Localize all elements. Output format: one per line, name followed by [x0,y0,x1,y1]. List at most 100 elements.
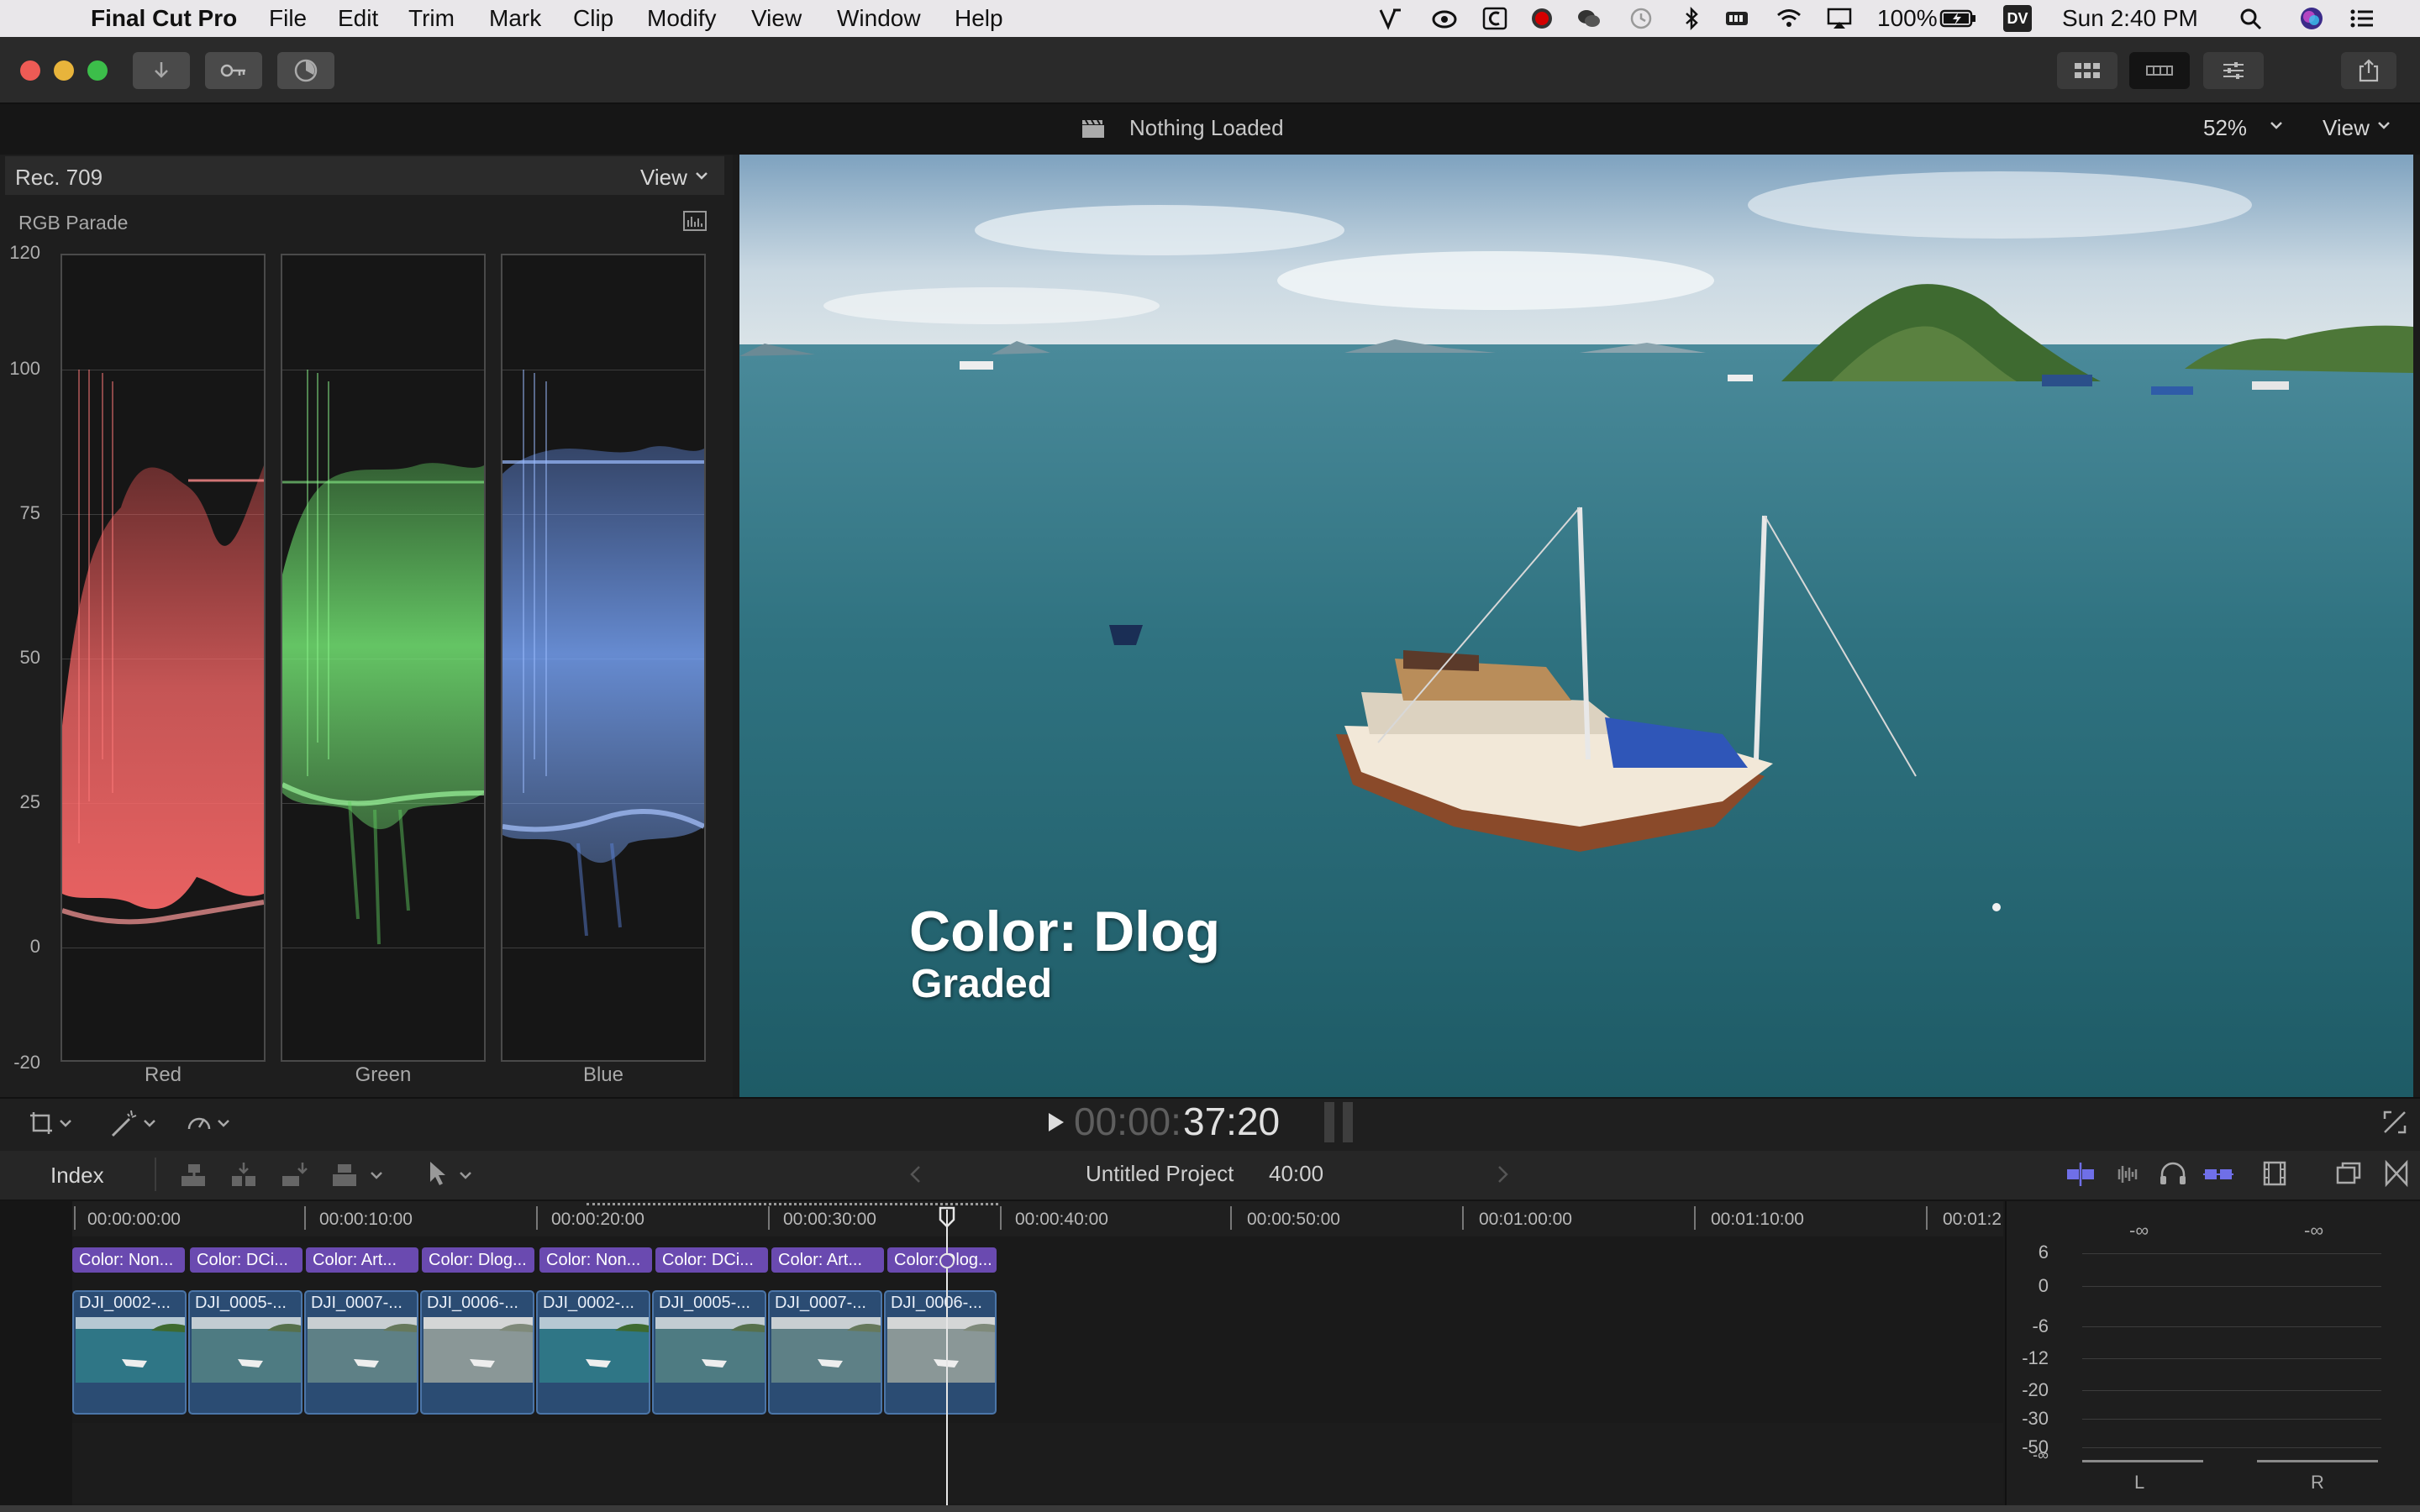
menu-view[interactable]: View [751,5,802,32]
clip-filmstrip-icon[interactable] [2260,1159,2289,1188]
title-clip[interactable]: Color: DCi... [655,1247,768,1273]
clip-appearance-icon[interactable] [2064,1161,2097,1188]
scope-y-tick: -20 [13,1052,40,1073]
menu-help[interactable]: Help [955,5,1003,32]
chevron-down-icon[interactable] [459,1169,472,1181]
import-button[interactable] [133,52,190,89]
download-arrow-icon [155,62,168,78]
video-clip[interactable]: DJI_0006-... [884,1290,997,1415]
green-channel-label: Green [355,1063,412,1086]
video-clip[interactable]: DJI_0007-... [768,1290,882,1415]
chevron-down-icon[interactable] [2269,119,2284,131]
menu-modify[interactable]: Modify [647,5,716,32]
speedometer-icon[interactable] [185,1109,213,1137]
viewer-zoom-menu[interactable]: 52% [2203,115,2247,141]
chevron-down-icon[interactable] [143,1117,156,1129]
keywords-button[interactable] [205,52,262,89]
scope-y-tick: 25 [19,791,40,812]
zoom-window-button[interactable] [87,60,108,81]
timeline-index-layout-icon[interactable] [2334,1159,2363,1188]
clip-thumbnail [192,1317,301,1383]
insert-clip-icon[interactable] [229,1159,259,1189]
siri-icon[interactable] [2299,7,2324,30]
history-back-icon[interactable] [908,1164,923,1184]
timeline-index-button[interactable]: Index [50,1163,104,1189]
background-tasks-button[interactable] [277,52,334,89]
share-button[interactable] [2341,52,2396,89]
video-clip[interactable]: DJI_0002-... [72,1290,187,1415]
title-clip[interactable]: Color: Dlog... [422,1247,534,1273]
blue-channel-scope [501,254,706,1062]
overlay-title: Color: Dlog [909,900,1221,963]
menu-trim[interactable]: Trim [408,5,455,32]
menubar-clock[interactable]: Sun 2:40 PM [2062,5,2198,32]
battery-icon[interactable] [1939,7,1976,30]
chevron-down-icon[interactable] [694,170,709,181]
overwrite-clip-icon[interactable] [329,1159,360,1189]
video-viewer[interactable]: Color: Dlog Graded [739,155,2413,1097]
title-clip[interactable]: Color: Non... [72,1247,185,1273]
scope-settings-icon[interactable] [682,210,708,232]
connect-clip-icon[interactable] [178,1159,208,1189]
playhead-handle-icon[interactable] [938,1206,956,1228]
select-tool-icon[interactable] [425,1159,450,1188]
title-clip[interactable]: Color: Art... [306,1247,418,1273]
wifi-icon[interactable] [1776,7,1802,30]
channel-left-label: L [2134,1472,2145,1493]
minimize-window-button[interactable] [54,60,74,81]
video-clip[interactable]: DJI_0005-... [652,1290,766,1415]
empty-track-area[interactable] [72,1423,2003,1504]
timecode-display[interactable]: 37:20 [1183,1099,1280,1144]
time-machine-icon[interactable] [1628,7,1654,30]
menu-window[interactable]: Window [837,5,921,32]
video-clip[interactable]: DJI_0006-... [420,1290,534,1415]
close-window-button[interactable] [20,60,40,81]
vectorworks-icon[interactable] [1378,7,1403,30]
chevron-down-icon[interactable] [59,1117,72,1129]
dv-badge[interactable]: DV [2003,5,2032,32]
fullscreen-icon[interactable] [2381,1109,2408,1136]
bluetooth-icon[interactable] [1679,7,1704,30]
spotlight-search-icon[interactable] [2238,7,2264,30]
browser-toggle-button[interactable] [2057,52,2118,89]
append-clip-icon[interactable] [279,1159,309,1189]
record-icon[interactable] [1529,7,1555,30]
creative-cloud-icon[interactable] [1432,7,1457,30]
battery-status-icon[interactable] [1724,7,1749,30]
title-clip[interactable]: Color: Art... [771,1247,884,1273]
meter-scale-label: -∞ [2033,1446,2049,1463]
timeline-toggle-button[interactable] [2129,52,2190,89]
chevron-down-icon[interactable] [370,1169,383,1181]
wechat-icon[interactable] [1576,7,1602,30]
menu-clip[interactable]: Clip [573,5,613,32]
menu-mark[interactable]: Mark [489,5,541,32]
video-clip[interactable]: DJI_0007-... [304,1290,418,1415]
menu-edit[interactable]: Edit [338,5,378,32]
chevron-down-icon[interactable] [2376,119,2391,131]
menu-file[interactable]: File [269,5,307,32]
video-clip[interactable]: DJI_0002-... [536,1290,650,1415]
play-button[interactable] [1045,1110,1065,1134]
history-forward-icon[interactable] [1496,1164,1511,1184]
title-clip[interactable]: Color: DCi... [190,1247,302,1273]
title-clip[interactable]: Color: Non... [539,1247,652,1273]
snapping-icon[interactable] [2202,1161,2235,1188]
blue-channel-label: Blue [582,1063,624,1086]
notification-center-icon[interactable] [2349,7,2375,30]
overlay-subtitle: Graded [911,962,1053,1006]
clip-name: DJI_0007-... [775,1294,866,1312]
video-clip[interactable]: DJI_0005-... [188,1290,302,1415]
audio-skimming-icon[interactable] [2111,1161,2144,1188]
viewer-view-menu[interactable]: View [2323,115,2370,141]
scopes-view-menu[interactable]: View [640,165,687,191]
magic-wand-icon[interactable] [109,1107,139,1139]
ruler-label: 00:00:50:00 [1247,1210,1340,1229]
airplay-icon[interactable] [1827,7,1852,30]
chevron-down-icon[interactable] [217,1117,230,1129]
app-menu[interactable]: Final Cut Pro [91,5,237,32]
transform-crop-icon[interactable] [27,1109,57,1139]
c-app-icon[interactable] [1482,7,1507,30]
inspector-toggle-button[interactable] [2203,52,2264,89]
headphones-icon[interactable] [2158,1161,2188,1188]
transitions-browser-icon[interactable] [2383,1159,2410,1188]
